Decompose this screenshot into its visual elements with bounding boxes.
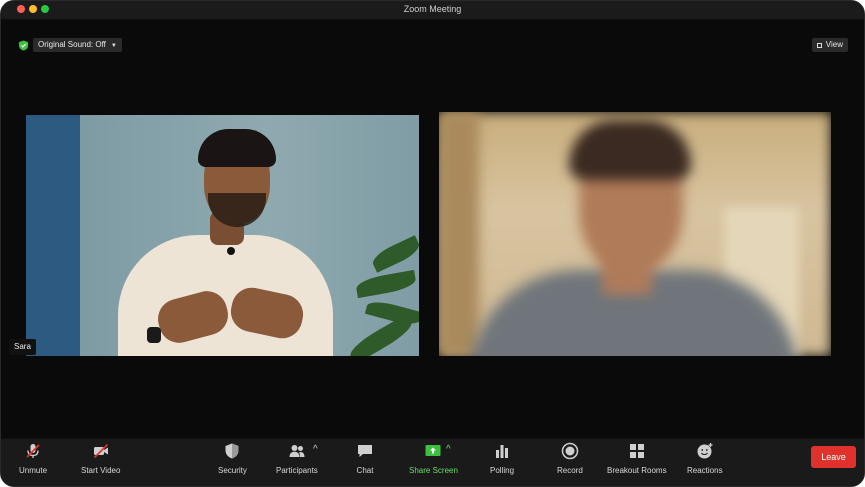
participants-label: Participants	[276, 466, 318, 475]
polling-label: Polling	[490, 466, 515, 475]
video-camera-off-icon	[93, 443, 108, 459]
video-feed	[26, 115, 419, 356]
reactions-label: Reactions	[687, 466, 723, 475]
security-button[interactable]: Security	[218, 442, 247, 482]
record-icon	[561, 442, 579, 460]
polling-button[interactable]: Polling	[490, 442, 514, 482]
record-button[interactable]: Record	[557, 442, 583, 482]
video-tile-participant[interactable]	[439, 112, 831, 356]
participant-name-tag: Sara	[9, 339, 36, 355]
view-button[interactable]: View	[811, 38, 848, 52]
share-screen-label: Share Screen	[409, 466, 458, 475]
reactions-button[interactable]: Reactions	[687, 442, 723, 482]
participants-icon	[289, 445, 305, 457]
window-title: Zoom Meeting	[403, 4, 462, 14]
breakout-rooms-button[interactable]: Breakout Rooms	[607, 442, 667, 482]
participants-options-caret-icon[interactable]: ^	[313, 444, 318, 455]
title-bar: Zoom Meeting	[1, 1, 864, 20]
view-label: View	[825, 40, 843, 49]
caret-down-icon: ▼	[110, 43, 117, 49]
breakout-rooms-icon	[629, 444, 644, 458]
shield-check-icon	[18, 40, 29, 51]
share-screen-icon	[425, 445, 441, 456]
zoom-window: Zoom Meeting Original Sound: Off ▼ View	[0, 0, 865, 487]
smiley-plus-icon	[697, 443, 713, 459]
bar-chart-icon	[496, 445, 508, 458]
original-sound-dropdown[interactable]: Original Sound: Off ▼	[33, 38, 122, 52]
chat-button[interactable]: Chat	[356, 442, 374, 482]
leave-button[interactable]: Leave	[811, 446, 856, 468]
microphone-muted-icon	[26, 444, 40, 458]
video-feed-blurred	[439, 112, 831, 356]
video-tile-sara[interactable]	[26, 115, 419, 356]
record-label: Record	[557, 466, 583, 475]
participants-button[interactable]: Participants	[276, 442, 318, 482]
chat-label: Chat	[356, 466, 374, 475]
shield-icon	[225, 443, 239, 459]
unmute-label: Unmute	[19, 466, 48, 475]
original-sound-label: Original Sound: Off	[38, 40, 106, 49]
unmute-button[interactable]: Unmute	[19, 442, 47, 482]
start-video-label: Start Video	[81, 466, 121, 475]
share-screen-options-caret-icon[interactable]: ^	[446, 444, 451, 455]
start-video-button[interactable]: Start Video	[81, 442, 120, 482]
security-label: Security	[218, 466, 247, 475]
chat-icon	[358, 445, 372, 457]
grid-icon	[816, 43, 822, 48]
breakout-rooms-label: Breakout Rooms	[607, 466, 667, 475]
